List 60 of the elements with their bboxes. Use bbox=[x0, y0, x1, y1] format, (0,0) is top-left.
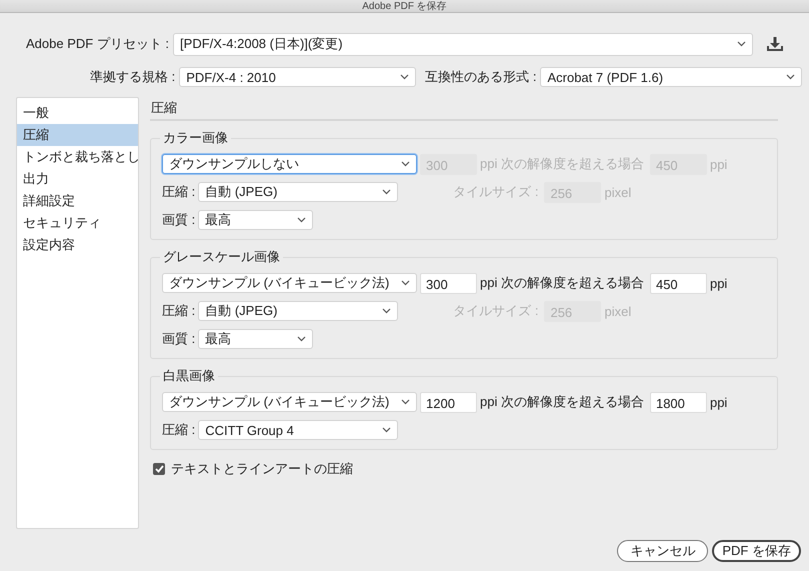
unit-label: pixel bbox=[604, 184, 632, 200]
compatibility-label: 互換性のある形式 : bbox=[425, 68, 536, 86]
resolution-label: ppi 次の解像度を超える場合 bbox=[480, 155, 644, 173]
resolution-label: ppi 次の解像度を超える場合 bbox=[480, 393, 644, 411]
sidebar-item[interactable]: 圧縮 bbox=[17, 124, 138, 146]
standard-label: 準拠する規格 : bbox=[90, 68, 176, 86]
tile-size-label: タイルサイズ : bbox=[453, 183, 538, 201]
sidebar-item[interactable]: セキュリティ bbox=[17, 212, 138, 234]
input-field[interactable]: 1800 bbox=[650, 392, 707, 412]
chevron-icon bbox=[400, 74, 410, 80]
sidebar-item[interactable]: 一般 bbox=[17, 102, 138, 124]
compression-label: 圧縮 : bbox=[162, 183, 196, 201]
dropdown[interactable]: 最高 bbox=[198, 329, 314, 349]
unit-label: pixel bbox=[604, 304, 632, 318]
chevron-icon bbox=[297, 217, 306, 223]
quality-label: 画質 : bbox=[162, 330, 196, 348]
tile-size-label: タイルサイズ : bbox=[453, 302, 538, 320]
dropdown[interactable]: 最高 bbox=[198, 210, 314, 230]
chevron-icon bbox=[401, 161, 410, 167]
unit-label: ppi bbox=[710, 156, 728, 172]
section-title: カラー画像 bbox=[162, 129, 229, 147]
checkbox[interactable] bbox=[153, 463, 165, 475]
chevron-icon bbox=[401, 399, 410, 405]
input-field[interactable]: 300 bbox=[420, 272, 477, 294]
sidebar-item[interactable]: 設定内容 bbox=[17, 234, 138, 256]
dropdown[interactable]: [PDF/X-4:2008 (日本)](変更) bbox=[173, 32, 754, 56]
checkbox-label: テキストとラインアートの圧縮 bbox=[171, 460, 353, 478]
chevron-icon bbox=[737, 41, 746, 47]
dropdown[interactable]: 自動 (JPEG) bbox=[198, 301, 398, 321]
unit-label: ppi bbox=[710, 394, 728, 410]
dropdown[interactable]: PDF/X-4 : 2010 bbox=[179, 67, 416, 87]
chevron-icon bbox=[786, 74, 796, 80]
cancel-button[interactable]: キャンセル bbox=[617, 540, 708, 562]
unit-label: ppi bbox=[710, 276, 728, 290]
save-button[interactable]: PDF を保存 bbox=[712, 540, 801, 562]
chevron-icon bbox=[382, 427, 392, 433]
download-icon[interactable] bbox=[766, 36, 784, 52]
window-title: Adobe PDF を保存 bbox=[362, 1, 447, 12]
dropdown[interactable]: ダウンサンプル (バイキュービック法) bbox=[162, 392, 417, 412]
quality-label: 画質 : bbox=[162, 211, 196, 229]
compression-label: 圧縮 : bbox=[162, 302, 196, 320]
chevron-icon bbox=[297, 336, 306, 342]
section-title: グレースケール画像 bbox=[162, 248, 281, 266]
input-field[interactable]: 450 bbox=[650, 272, 707, 294]
sidebar-item[interactable]: トンボと裁ち落とし bbox=[17, 146, 138, 168]
sidebar-item[interactable]: 詳細設定 bbox=[17, 190, 138, 212]
section-title: 白黒画像 bbox=[162, 367, 216, 385]
preset-label: Adobe PDF プリセット : bbox=[26, 35, 170, 53]
input-field[interactable]: 1200 bbox=[420, 392, 477, 412]
resolution-label: ppi 次の解像度を超える場合 bbox=[480, 274, 644, 292]
compression-label: 圧縮 : bbox=[162, 421, 196, 439]
dropdown[interactable]: ダウンサンプル (バイキュービック法) bbox=[162, 273, 417, 293]
dropdown[interactable]: CCITT Group 4 bbox=[198, 420, 398, 440]
panel-title: 圧縮 bbox=[150, 97, 778, 121]
chevron-icon bbox=[382, 189, 392, 195]
chevron-icon bbox=[382, 308, 392, 314]
sidebar-item[interactable]: 出力 bbox=[17, 168, 138, 190]
dropdown[interactable]: Acrobat 7 (PDF 1.6) bbox=[540, 67, 802, 87]
dropdown[interactable]: 自動 (JPEG) bbox=[198, 182, 398, 202]
chevron-icon bbox=[401, 280, 410, 286]
